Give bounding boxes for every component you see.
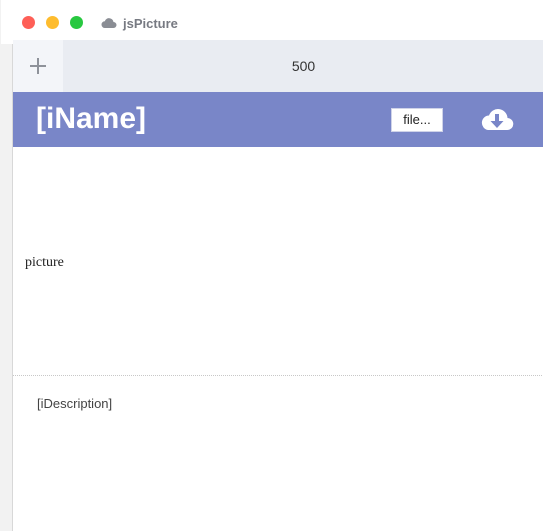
cloud-download-icon	[478, 106, 516, 139]
description-area: [iDescription]	[13, 376, 543, 531]
app-name-title: [iName]	[36, 102, 147, 135]
download-button[interactable]	[478, 106, 516, 134]
add-tab-button[interactable]	[13, 40, 63, 92]
close-window-button[interactable]	[22, 16, 35, 29]
window-title-group: jsPicture	[101, 14, 178, 32]
tab-bar: 500	[13, 40, 543, 92]
title-bar: jsPicture	[1, 0, 543, 44]
window-title: jsPicture	[123, 15, 178, 31]
zoom-window-button[interactable]	[70, 16, 83, 29]
app-window: jsPicture 500 [iName] file... picture [i…	[1, 0, 543, 531]
file-picker-button[interactable]: file...	[391, 108, 443, 132]
tab-500[interactable]: 500	[63, 40, 543, 92]
app-header: [iName] file...	[13, 92, 543, 147]
minimize-window-button[interactable]	[46, 16, 59, 29]
cloud-icon	[101, 17, 117, 29]
picture-placeholder: picture	[25, 255, 64, 270]
description-text: [iDescription]	[37, 396, 113, 411]
plus-icon	[28, 56, 48, 76]
picture-area: picture	[13, 147, 543, 375]
